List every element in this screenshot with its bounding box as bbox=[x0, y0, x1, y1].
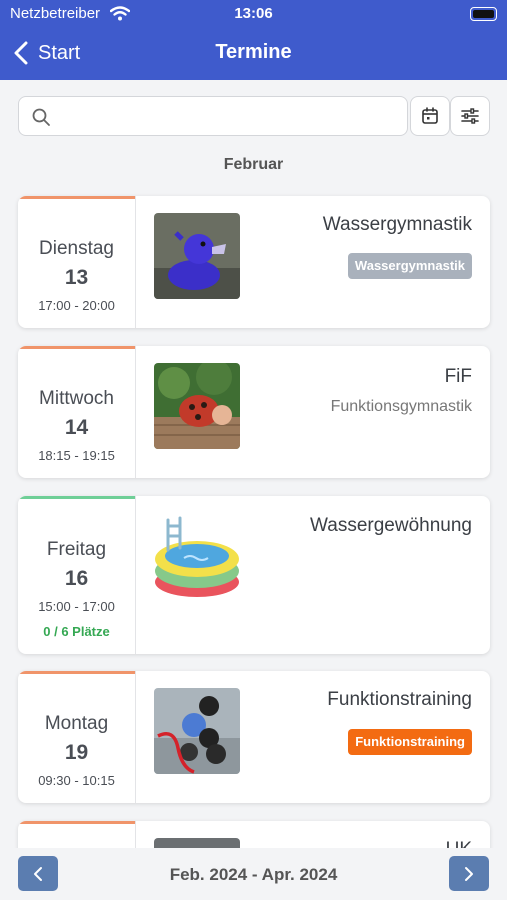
time-range: 09:30 - 10:15 bbox=[38, 773, 115, 788]
time-range: 17:00 - 20:00 bbox=[38, 298, 115, 313]
date-column: Mittwoch 14 18:15 - 19:15 bbox=[18, 346, 136, 478]
next-period-button[interactable] bbox=[449, 856, 489, 891]
date-column: Dienstag 13 17:00 - 20:00 bbox=[18, 196, 136, 328]
search-icon bbox=[32, 108, 50, 126]
status-bar: Netzbetreiber 13:06 bbox=[0, 0, 507, 28]
day-number: 13 bbox=[64, 266, 89, 289]
appointment-card[interactable]: Freitag 16 15:00 - 17:00 0 / 6 Plätze Wa… bbox=[18, 496, 490, 654]
course-subtitle: Funktionsgymnastik bbox=[330, 398, 472, 415]
chevron-right-icon bbox=[465, 866, 473, 881]
day-number: 16 bbox=[64, 567, 89, 590]
course-title: FiF bbox=[444, 366, 472, 387]
search-input[interactable] bbox=[59, 103, 399, 129]
page-title: Termine bbox=[215, 41, 292, 63]
course-image bbox=[154, 213, 240, 299]
pagination-bar: Feb. 2024 - Apr. 2024 bbox=[0, 848, 507, 900]
weekday: Montag bbox=[44, 713, 109, 734]
date-range-label: Feb. 2024 - Apr. 2024 bbox=[169, 865, 338, 884]
weekday: Mittwoch bbox=[39, 388, 114, 409]
clock: 13:06 bbox=[234, 5, 273, 22]
appointment-card[interactable]: Dienstag 13 17:00 - 20:00 Wassergymnasti… bbox=[18, 196, 490, 328]
day-number: 14 bbox=[64, 416, 89, 439]
day-number: 19 bbox=[64, 741, 89, 764]
weekday: Dienstag bbox=[39, 238, 114, 259]
category-badge: Funktionstraining bbox=[348, 729, 472, 755]
calendar-icon bbox=[422, 107, 438, 124]
course-image bbox=[154, 514, 240, 600]
sliders-icon bbox=[461, 108, 479, 124]
calendar-button[interactable] bbox=[410, 96, 450, 136]
course-title: Funktionstraining bbox=[327, 689, 472, 710]
month-header: Februar bbox=[223, 156, 284, 173]
available-slots: 0 / 6 Plätze bbox=[43, 624, 110, 639]
search-bar[interactable] bbox=[18, 96, 408, 136]
course-title: Wassergewöhnung bbox=[310, 515, 472, 536]
course-title: Wassergymnastik bbox=[322, 214, 472, 235]
battery-icon bbox=[470, 7, 497, 21]
category-badge: Wassergymnastik bbox=[347, 253, 472, 279]
date-column: Montag 19 09:30 - 10:15 bbox=[18, 671, 136, 803]
appointment-card[interactable]: Montag 19 09:30 - 10:15 Funktionstrainin… bbox=[18, 671, 490, 803]
navigation-bar: Start Termine bbox=[0, 28, 507, 80]
weekday: Freitag bbox=[46, 539, 107, 560]
time-range: 15:00 - 17:00 bbox=[38, 599, 115, 614]
course-image bbox=[154, 688, 240, 774]
date-column: Freitag 16 15:00 - 17:00 0 / 6 Plätze bbox=[18, 496, 136, 654]
appointment-card[interactable]: Mittwoch 14 18:15 - 19:15 FiF Funktionsg… bbox=[18, 346, 490, 478]
course-image bbox=[154, 363, 240, 449]
time-range: 18:15 - 19:15 bbox=[38, 448, 115, 463]
filter-button[interactable] bbox=[450, 96, 490, 136]
